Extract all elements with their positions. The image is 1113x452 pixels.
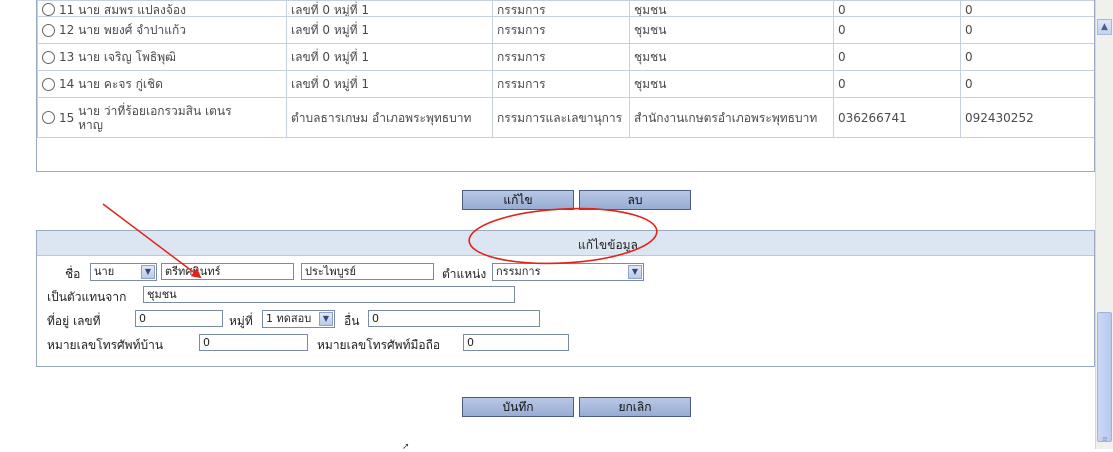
member-address: เลขที่ 0 หมู่ที่ 1 (286, 0, 493, 17)
member-from: ชุมชน (629, 43, 834, 71)
last-name-input[interactable]: ประไพบูรย์ (301, 263, 434, 280)
grip-icon: ≡ (1102, 435, 1108, 443)
member-position: กรรมการ (492, 70, 630, 98)
chevron-down-icon: ▼ (319, 312, 333, 326)
member-address: ตำบลธารเกษม อำเภอพระพุทธบาท (286, 97, 493, 138)
prefix-select[interactable]: นาย ▼ (90, 263, 157, 281)
member-address: เลขที่ 0 หมู่ที่ 1 (286, 16, 493, 44)
member-address: เลขที่ 0 หมู่ที่ 1 (286, 70, 493, 98)
table-row[interactable]: 15 นาย ว่าที่ร้อยเอกรวมสิน เตนรหาญ ตำบลธ… (37, 97, 1094, 138)
row-number: 15 (59, 110, 75, 125)
moo-label: หมู่ที่ (229, 314, 253, 328)
member-name: นาย คะจร กู่เชิด (78, 76, 163, 91)
from-label: เป็นตัวแทนจาก (47, 290, 127, 304)
member-name: นาย สมพร แปลงจ้อง (78, 2, 186, 17)
member-home-phone: 0 (833, 70, 961, 98)
member-from: ชุมชน (629, 70, 834, 98)
table-row[interactable]: 11 นาย สมพร แปลงจ้อง เลขที่ 0 หมู่ที่ 1 … (37, 0, 1094, 17)
mobile-input[interactable]: 0 (463, 334, 569, 351)
other-label: อื่น (344, 314, 360, 328)
row-radio[interactable] (42, 111, 55, 124)
cancel-button[interactable]: ยกเลิก (579, 397, 691, 417)
member-home-phone: 036266741 (833, 97, 961, 138)
chevron-down-icon: ▼ (141, 265, 155, 279)
position-value: กรรมการ (496, 265, 541, 278)
vertical-scrollbar[interactable]: ▲ ≡ (1095, 0, 1113, 449)
row-number: 13 (59, 50, 75, 64)
table-row[interactable]: 13 นาย เจริญ โพธิพุฒิ เลขที่ 0 หมู่ที่ 1… (37, 43, 1094, 71)
delete-button[interactable]: ลบ (579, 190, 691, 210)
member-address: เลขที่ 0 หมู่ที่ 1 (286, 43, 493, 71)
member-name: นาย ว่าที่ร้อยเอกรวมสิน เตนรหาญ (78, 103, 232, 132)
table-row[interactable]: 14 นาย คะจร กู่เชิด เลขที่ 0 หมู่ที่ 1 ก… (37, 70, 1094, 98)
prefix-value: นาย (94, 265, 115, 278)
member-mobile: 0 (960, 70, 1094, 98)
member-position: กรรมการ (492, 0, 630, 17)
members-table: 11 นาย สมพร แปลงจ้อง เลขที่ 0 หมู่ที่ 1 … (36, 0, 1095, 172)
member-position: กรรมการ (492, 43, 630, 71)
edit-panel: แก้ไขข้อมูล ชื่อ นาย ▼ ตรีทศนินทร์ ประไพ… (36, 230, 1095, 367)
member-home-phone: 0 (833, 16, 961, 44)
first-name-input[interactable]: ตรีทศนินทร์ (161, 263, 294, 280)
member-name: นาย เจริญ โพธิพุฒิ (78, 49, 176, 64)
member-mobile: 0 (960, 43, 1094, 71)
row-number: 14 (59, 77, 75, 91)
home-phone-label: หมายเลขโทรศัพท์บ้าน (47, 338, 164, 352)
other-input[interactable]: 0 (368, 310, 540, 327)
mouse-pointer-icon: ➚ (402, 442, 410, 452)
scrollbar-thumb[interactable]: ≡ (1097, 312, 1112, 443)
address-label: ที่อยู่ เลขที่ (47, 314, 101, 328)
member-position: กรรมการ (492, 16, 630, 44)
member-from: ชุมชน (629, 0, 834, 17)
row-number: 11 (59, 2, 75, 17)
house-number-input[interactable]: 0 (135, 310, 223, 327)
edit-panel-header: แก้ไขข้อมูล (37, 231, 1094, 256)
position-select[interactable]: กรรมการ ▼ (492, 263, 644, 281)
member-position: กรรมการและเลขานุการ (492, 97, 630, 138)
member-home-phone: 0 (833, 43, 961, 71)
member-mobile: 0 (960, 0, 1094, 17)
row-radio[interactable] (42, 77, 55, 91)
member-name: นาย พยงศ์ จำปาแก้ว (78, 22, 186, 37)
members-grid: 11 นาย สมพร แปลงจ้อง เลขที่ 0 หมู่ที่ 1 … (37, 0, 1094, 138)
name-label: ชื่อ (65, 267, 81, 281)
table-row[interactable]: 12 นาย พยงศ์ จำปาแก้ว เลขที่ 0 หมู่ที่ 1… (37, 16, 1094, 44)
home-phone-input[interactable]: 0 (199, 334, 308, 351)
save-button[interactable]: บันทึก (462, 397, 574, 417)
scroll-up-icon[interactable]: ▲ (1097, 19, 1112, 35)
chevron-down-icon: ▼ (628, 265, 642, 279)
member-mobile: 092430252 (960, 97, 1094, 138)
from-input[interactable]: ชุมชน (143, 286, 515, 303)
edit-button[interactable]: แก้ไข (462, 190, 574, 210)
member-from: สำนักงานเกษตรอำเภอพระพุทธบาท (629, 97, 834, 138)
row-radio[interactable] (42, 23, 55, 37)
moo-select[interactable]: 1 ทดสอบ ▼ (262, 310, 335, 328)
row-radio[interactable] (42, 3, 55, 16)
edit-panel-title: แก้ไขข้อมูล (578, 238, 638, 252)
position-label: ตำแหน่ง (442, 267, 487, 281)
mobile-label: หมายเลขโทรศัพท์มือถือ (317, 338, 441, 352)
page: 11 นาย สมพร แปลงจ้อง เลขที่ 0 หมู่ที่ 1 … (0, 0, 1095, 452)
member-from: ชุมชน (629, 16, 834, 44)
row-number: 12 (59, 23, 75, 37)
member-home-phone: 0 (833, 0, 961, 17)
row-radio[interactable] (42, 50, 55, 64)
member-mobile: 0 (960, 16, 1094, 44)
moo-value: 1 ทดสอบ (266, 312, 312, 325)
